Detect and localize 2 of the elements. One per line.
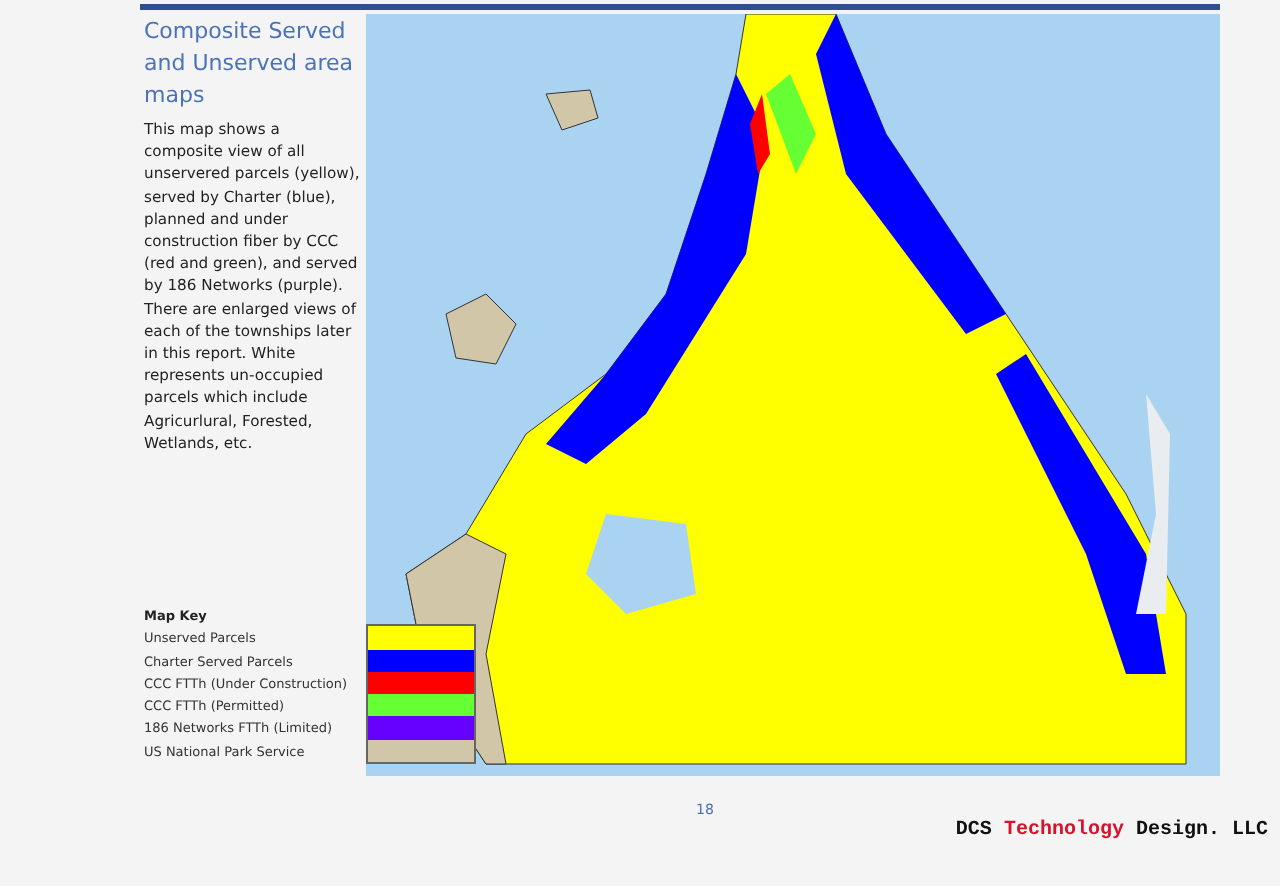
company-logo-text: DCS Technology Design. LLC xyxy=(955,817,1268,846)
section-title: Composite Served and Unserved area maps xyxy=(144,16,356,112)
